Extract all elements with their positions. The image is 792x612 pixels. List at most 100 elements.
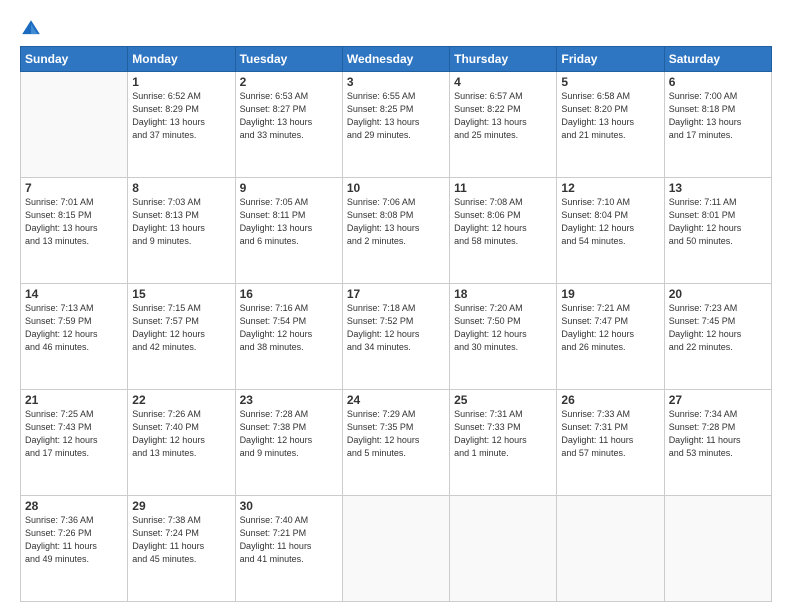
week-row-3: 14Sunrise: 7:13 AM Sunset: 7:59 PM Dayli… bbox=[21, 284, 772, 390]
day-info: Sunrise: 7:40 AM Sunset: 7:21 PM Dayligh… bbox=[240, 514, 338, 566]
day-cell: 15Sunrise: 7:15 AM Sunset: 7:57 PM Dayli… bbox=[128, 284, 235, 390]
day-cell: 9Sunrise: 7:05 AM Sunset: 8:11 PM Daylig… bbox=[235, 178, 342, 284]
day-number: 24 bbox=[347, 393, 445, 407]
day-info: Sunrise: 7:01 AM Sunset: 8:15 PM Dayligh… bbox=[25, 196, 123, 248]
logo-icon bbox=[20, 18, 42, 40]
day-number: 3 bbox=[347, 75, 445, 89]
day-number: 11 bbox=[454, 181, 552, 195]
day-info: Sunrise: 7:15 AM Sunset: 7:57 PM Dayligh… bbox=[132, 302, 230, 354]
day-cell: 16Sunrise: 7:16 AM Sunset: 7:54 PM Dayli… bbox=[235, 284, 342, 390]
day-cell: 27Sunrise: 7:34 AM Sunset: 7:28 PM Dayli… bbox=[664, 390, 771, 496]
day-cell: 26Sunrise: 7:33 AM Sunset: 7:31 PM Dayli… bbox=[557, 390, 664, 496]
col-header-monday: Monday bbox=[128, 47, 235, 72]
day-info: Sunrise: 7:06 AM Sunset: 8:08 PM Dayligh… bbox=[347, 196, 445, 248]
day-info: Sunrise: 7:13 AM Sunset: 7:59 PM Dayligh… bbox=[25, 302, 123, 354]
day-cell: 12Sunrise: 7:10 AM Sunset: 8:04 PM Dayli… bbox=[557, 178, 664, 284]
col-header-friday: Friday bbox=[557, 47, 664, 72]
day-info: Sunrise: 6:52 AM Sunset: 8:29 PM Dayligh… bbox=[132, 90, 230, 142]
day-info: Sunrise: 7:20 AM Sunset: 7:50 PM Dayligh… bbox=[454, 302, 552, 354]
day-number: 4 bbox=[454, 75, 552, 89]
day-number: 5 bbox=[561, 75, 659, 89]
day-info: Sunrise: 7:23 AM Sunset: 7:45 PM Dayligh… bbox=[669, 302, 767, 354]
calendar-table: SundayMondayTuesdayWednesdayThursdayFrid… bbox=[20, 46, 772, 602]
day-info: Sunrise: 7:05 AM Sunset: 8:11 PM Dayligh… bbox=[240, 196, 338, 248]
day-cell: 10Sunrise: 7:06 AM Sunset: 8:08 PM Dayli… bbox=[342, 178, 449, 284]
day-info: Sunrise: 7:25 AM Sunset: 7:43 PM Dayligh… bbox=[25, 408, 123, 460]
page: SundayMondayTuesdayWednesdayThursdayFrid… bbox=[0, 0, 792, 612]
day-info: Sunrise: 6:58 AM Sunset: 8:20 PM Dayligh… bbox=[561, 90, 659, 142]
day-cell: 18Sunrise: 7:20 AM Sunset: 7:50 PM Dayli… bbox=[450, 284, 557, 390]
day-cell bbox=[342, 496, 449, 602]
day-cell: 23Sunrise: 7:28 AM Sunset: 7:38 PM Dayli… bbox=[235, 390, 342, 496]
day-info: Sunrise: 7:11 AM Sunset: 8:01 PM Dayligh… bbox=[669, 196, 767, 248]
day-cell: 17Sunrise: 7:18 AM Sunset: 7:52 PM Dayli… bbox=[342, 284, 449, 390]
day-cell: 5Sunrise: 6:58 AM Sunset: 8:20 PM Daylig… bbox=[557, 72, 664, 178]
day-number: 16 bbox=[240, 287, 338, 301]
week-row-2: 7Sunrise: 7:01 AM Sunset: 8:15 PM Daylig… bbox=[21, 178, 772, 284]
day-info: Sunrise: 7:28 AM Sunset: 7:38 PM Dayligh… bbox=[240, 408, 338, 460]
day-cell: 28Sunrise: 7:36 AM Sunset: 7:26 PM Dayli… bbox=[21, 496, 128, 602]
day-number: 15 bbox=[132, 287, 230, 301]
col-header-wednesday: Wednesday bbox=[342, 47, 449, 72]
day-info: Sunrise: 7:38 AM Sunset: 7:24 PM Dayligh… bbox=[132, 514, 230, 566]
day-cell: 1Sunrise: 6:52 AM Sunset: 8:29 PM Daylig… bbox=[128, 72, 235, 178]
day-info: Sunrise: 6:53 AM Sunset: 8:27 PM Dayligh… bbox=[240, 90, 338, 142]
day-info: Sunrise: 6:57 AM Sunset: 8:22 PM Dayligh… bbox=[454, 90, 552, 142]
day-cell: 20Sunrise: 7:23 AM Sunset: 7:45 PM Dayli… bbox=[664, 284, 771, 390]
day-number: 14 bbox=[25, 287, 123, 301]
day-info: Sunrise: 7:31 AM Sunset: 7:33 PM Dayligh… bbox=[454, 408, 552, 460]
col-header-thursday: Thursday bbox=[450, 47, 557, 72]
day-cell: 2Sunrise: 6:53 AM Sunset: 8:27 PM Daylig… bbox=[235, 72, 342, 178]
day-number: 21 bbox=[25, 393, 123, 407]
day-info: Sunrise: 7:10 AM Sunset: 8:04 PM Dayligh… bbox=[561, 196, 659, 248]
day-cell bbox=[21, 72, 128, 178]
day-cell: 19Sunrise: 7:21 AM Sunset: 7:47 PM Dayli… bbox=[557, 284, 664, 390]
day-cell: 29Sunrise: 7:38 AM Sunset: 7:24 PM Dayli… bbox=[128, 496, 235, 602]
day-info: Sunrise: 7:03 AM Sunset: 8:13 PM Dayligh… bbox=[132, 196, 230, 248]
day-number: 9 bbox=[240, 181, 338, 195]
logo bbox=[20, 18, 44, 40]
day-number: 2 bbox=[240, 75, 338, 89]
header bbox=[20, 18, 772, 40]
day-info: Sunrise: 7:26 AM Sunset: 7:40 PM Dayligh… bbox=[132, 408, 230, 460]
day-info: Sunrise: 7:16 AM Sunset: 7:54 PM Dayligh… bbox=[240, 302, 338, 354]
day-cell: 21Sunrise: 7:25 AM Sunset: 7:43 PM Dayli… bbox=[21, 390, 128, 496]
day-cell bbox=[664, 496, 771, 602]
col-header-tuesday: Tuesday bbox=[235, 47, 342, 72]
day-info: Sunrise: 7:36 AM Sunset: 7:26 PM Dayligh… bbox=[25, 514, 123, 566]
day-number: 29 bbox=[132, 499, 230, 513]
day-cell: 14Sunrise: 7:13 AM Sunset: 7:59 PM Dayli… bbox=[21, 284, 128, 390]
day-number: 26 bbox=[561, 393, 659, 407]
day-cell: 8Sunrise: 7:03 AM Sunset: 8:13 PM Daylig… bbox=[128, 178, 235, 284]
day-cell: 30Sunrise: 7:40 AM Sunset: 7:21 PM Dayli… bbox=[235, 496, 342, 602]
day-number: 23 bbox=[240, 393, 338, 407]
day-cell: 22Sunrise: 7:26 AM Sunset: 7:40 PM Dayli… bbox=[128, 390, 235, 496]
day-number: 8 bbox=[132, 181, 230, 195]
day-number: 25 bbox=[454, 393, 552, 407]
day-info: Sunrise: 7:21 AM Sunset: 7:47 PM Dayligh… bbox=[561, 302, 659, 354]
day-info: Sunrise: 7:00 AM Sunset: 8:18 PM Dayligh… bbox=[669, 90, 767, 142]
day-number: 20 bbox=[669, 287, 767, 301]
day-number: 12 bbox=[561, 181, 659, 195]
day-info: Sunrise: 7:29 AM Sunset: 7:35 PM Dayligh… bbox=[347, 408, 445, 460]
day-number: 18 bbox=[454, 287, 552, 301]
day-info: Sunrise: 6:55 AM Sunset: 8:25 PM Dayligh… bbox=[347, 90, 445, 142]
week-row-1: 1Sunrise: 6:52 AM Sunset: 8:29 PM Daylig… bbox=[21, 72, 772, 178]
day-number: 1 bbox=[132, 75, 230, 89]
day-cell: 7Sunrise: 7:01 AM Sunset: 8:15 PM Daylig… bbox=[21, 178, 128, 284]
day-number: 19 bbox=[561, 287, 659, 301]
day-cell: 6Sunrise: 7:00 AM Sunset: 8:18 PM Daylig… bbox=[664, 72, 771, 178]
day-info: Sunrise: 7:34 AM Sunset: 7:28 PM Dayligh… bbox=[669, 408, 767, 460]
week-row-5: 28Sunrise: 7:36 AM Sunset: 7:26 PM Dayli… bbox=[21, 496, 772, 602]
day-cell: 24Sunrise: 7:29 AM Sunset: 7:35 PM Dayli… bbox=[342, 390, 449, 496]
day-cell: 13Sunrise: 7:11 AM Sunset: 8:01 PM Dayli… bbox=[664, 178, 771, 284]
col-header-sunday: Sunday bbox=[21, 47, 128, 72]
day-info: Sunrise: 7:08 AM Sunset: 8:06 PM Dayligh… bbox=[454, 196, 552, 248]
day-number: 22 bbox=[132, 393, 230, 407]
day-number: 27 bbox=[669, 393, 767, 407]
day-cell bbox=[557, 496, 664, 602]
day-number: 30 bbox=[240, 499, 338, 513]
day-cell: 11Sunrise: 7:08 AM Sunset: 8:06 PM Dayli… bbox=[450, 178, 557, 284]
day-info: Sunrise: 7:33 AM Sunset: 7:31 PM Dayligh… bbox=[561, 408, 659, 460]
day-number: 6 bbox=[669, 75, 767, 89]
